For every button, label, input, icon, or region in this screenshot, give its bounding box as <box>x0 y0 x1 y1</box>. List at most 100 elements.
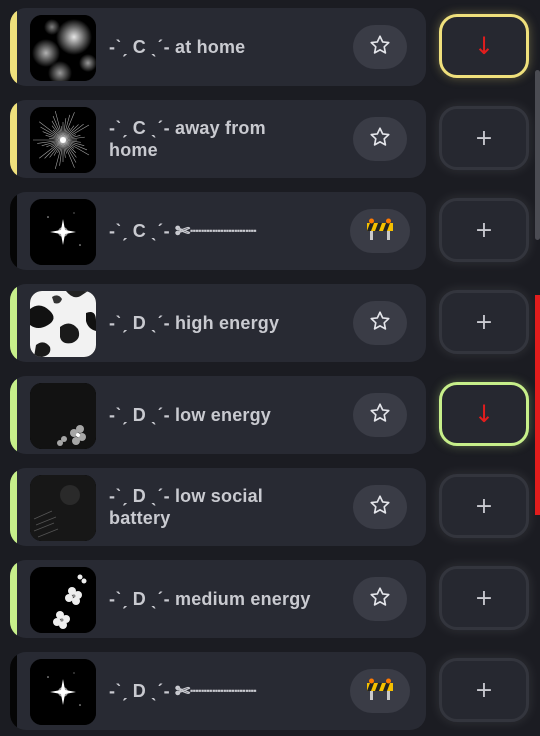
item-label-line1: -ˋˏ C ˎˊ- ✄┈┈┈┈┈┈ <box>109 220 257 242</box>
item-label: -ˋˏ C ˎˊ- away from home <box>109 100 339 178</box>
add-button[interactable]: + <box>439 474 529 538</box>
item-thumbnail <box>30 383 96 449</box>
item-name: ✄┈┈┈┈┈┈ <box>174 681 257 701</box>
item-card[interactable]: -ˋˏ C ˎˊ- ✄┈┈┈┈┈┈ <box>10 192 426 270</box>
favorite-button[interactable] <box>353 393 407 437</box>
item-label-line1: -ˋˏ C ˎˊ- away from <box>109 117 266 139</box>
down-arrow-icon: ↓ <box>473 32 495 60</box>
item-card[interactable]: -ˋˏ D ˎˊ- medium energy <box>10 560 426 638</box>
item-label-line2: home <box>109 140 158 160</box>
wip-badge <box>350 209 410 253</box>
item-prefix: -ˋˏ C ˎˊ- <box>109 221 170 241</box>
item-label: -ˋˏ C ˎˊ- ✄┈┈┈┈┈┈ <box>109 192 339 270</box>
star-icon <box>369 126 391 153</box>
add-button[interactable]: + <box>439 566 529 630</box>
item-prefix: -ˋˏ D ˎˊ- <box>109 405 170 425</box>
item-label: -ˋˏ D ˎˊ- medium energy <box>109 560 339 638</box>
item-prefix: -ˋˏ D ˎˊ- <box>109 486 170 506</box>
star-icon <box>369 34 391 61</box>
item-label: -ˋˏ D ˎˊ- ✄┈┈┈┈┈┈ <box>109 652 339 730</box>
accent-bar <box>10 102 17 176</box>
accent-bar <box>10 562 17 636</box>
favorite-button[interactable] <box>353 117 407 161</box>
accent-bar <box>10 10 17 84</box>
edge-marker <box>535 295 540 515</box>
accent-bar <box>10 470 17 544</box>
add-button[interactable]: + <box>439 198 529 262</box>
item-label-line1: -ˋˏ D ˎˊ- low social <box>109 485 263 507</box>
item-thumbnail <box>30 567 96 633</box>
item-label-line1: -ˋˏ D ˎˊ- low energy <box>109 404 271 426</box>
scrollbar[interactable] <box>535 70 540 240</box>
list-item[interactable]: -ˋˏ C ˎˊ- away from home + <box>0 100 540 180</box>
item-prefix: -ˋˏ C ˎˊ- <box>109 37 170 57</box>
add-button[interactable]: + <box>439 658 529 722</box>
list-item[interactable]: -ˋˏ D ˎˊ- ✄┈┈┈┈┈┈ + <box>0 652 540 732</box>
item-label-line1: -ˋˏ D ˎˊ- high energy <box>109 312 279 334</box>
item-label: -ˋˏ D ˎˊ- high energy <box>109 284 339 362</box>
item-label: -ˋˏ C ˎˊ- at home <box>109 8 339 86</box>
add-button[interactable]: + <box>439 106 529 170</box>
item-label-line2: battery <box>109 508 171 528</box>
item-card[interactable]: -ˋˏ D ˎˊ- high energy <box>10 284 426 362</box>
wip-badge <box>350 669 410 713</box>
item-prefix: -ˋˏ D ˎˊ- <box>109 589 170 609</box>
playlist-list: -ˋˏ C ˎˊ- at home ↓ -ˋˏ C ˎˊ- away from … <box>0 0 540 736</box>
item-label: -ˋˏ D ˎˊ- low energy <box>109 376 339 454</box>
list-item[interactable]: -ˋˏ C ˎˊ- ✄┈┈┈┈┈┈ + <box>0 192 540 272</box>
download-button[interactable]: ↓ <box>439 382 529 446</box>
download-button[interactable]: ↓ <box>439 14 529 78</box>
item-name: away from <box>174 118 266 138</box>
favorite-button[interactable] <box>353 485 407 529</box>
item-card[interactable]: -ˋˏ D ˎˊ- ✄┈┈┈┈┈┈ <box>10 652 426 730</box>
construction-icon <box>365 217 395 246</box>
item-prefix: -ˋˏ D ˎˊ- <box>109 681 170 701</box>
item-label-line1: -ˋˏ D ˎˊ- medium energy <box>109 588 311 610</box>
down-arrow-icon: ↓ <box>473 400 495 428</box>
favorite-button[interactable] <box>353 577 407 621</box>
item-prefix: -ˋˏ C ˎˊ- <box>109 118 170 138</box>
star-icon <box>369 402 391 429</box>
item-card[interactable]: -ˋˏ C ˎˊ- at home <box>10 8 426 86</box>
plus-icon: + <box>474 217 494 243</box>
construction-icon <box>365 677 395 706</box>
accent-bar <box>10 286 17 360</box>
item-thumbnail <box>30 659 96 725</box>
plus-icon: + <box>474 585 494 611</box>
list-item[interactable]: -ˋˏ D ˎˊ- high energy + <box>0 284 540 364</box>
favorite-button[interactable] <box>353 301 407 345</box>
plus-icon: + <box>474 677 494 703</box>
accent-bar <box>10 194 17 268</box>
list-item[interactable]: -ˋˏ D ˎˊ- low energy ↓ <box>0 376 540 456</box>
item-thumbnail <box>30 15 96 81</box>
favorite-button[interactable] <box>353 25 407 69</box>
item-name: ✄┈┈┈┈┈┈ <box>174 221 257 241</box>
item-label-line1: -ˋˏ D ˎˊ- ✄┈┈┈┈┈┈ <box>109 680 257 702</box>
item-thumbnail <box>30 199 96 265</box>
item-label-line1: -ˋˏ C ˎˊ- at home <box>109 36 245 58</box>
item-name: low energy <box>174 405 272 425</box>
item-label: -ˋˏ D ˎˊ- low social battery <box>109 468 339 546</box>
item-name: medium energy <box>174 589 311 609</box>
list-item[interactable]: -ˋˏ C ˎˊ- at home ↓ <box>0 8 540 88</box>
item-name: at home <box>174 37 246 57</box>
item-card[interactable]: -ˋˏ D ˎˊ- low social battery <box>10 468 426 546</box>
plus-icon: + <box>474 309 494 335</box>
plus-icon: + <box>474 125 494 151</box>
star-icon <box>369 586 391 613</box>
add-button[interactable]: + <box>439 290 529 354</box>
accent-bar <box>10 378 17 452</box>
item-name: high energy <box>174 313 280 333</box>
star-icon <box>369 494 391 521</box>
item-name: low social <box>174 486 264 506</box>
item-prefix: -ˋˏ D ˎˊ- <box>109 313 170 333</box>
list-item[interactable]: -ˋˏ D ˎˊ- low social battery + <box>0 468 540 548</box>
item-thumbnail <box>30 107 96 173</box>
star-icon <box>369 310 391 337</box>
list-item[interactable]: -ˋˏ D ˎˊ- medium energy + <box>0 560 540 640</box>
item-card[interactable]: -ˋˏ D ˎˊ- low energy <box>10 376 426 454</box>
item-card[interactable]: -ˋˏ C ˎˊ- away from home <box>10 100 426 178</box>
item-thumbnail <box>30 475 96 541</box>
item-thumbnail <box>30 291 96 357</box>
plus-icon: + <box>474 493 494 519</box>
